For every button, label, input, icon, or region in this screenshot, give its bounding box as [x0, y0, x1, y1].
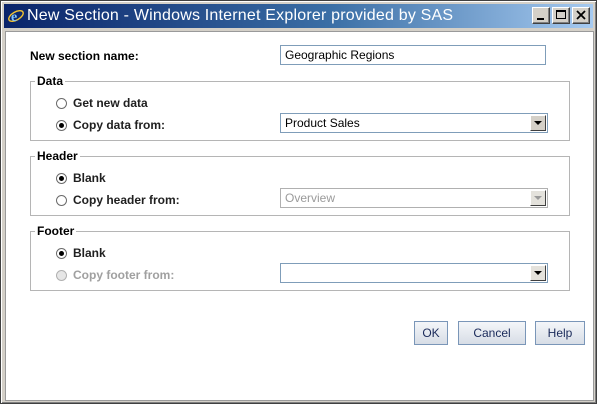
copy-data-select-value: Product Sales	[285, 116, 360, 130]
copy-footer-label: Copy footer from:	[73, 268, 175, 282]
footer-group-legend: Footer	[37, 224, 75, 238]
title-bar[interactable]: e New Section - Windows Internet Explore…	[4, 4, 593, 28]
chevron-down-icon[interactable]	[530, 190, 546, 206]
header-blank-option[interactable]: Blank	[56, 171, 106, 185]
footer-blank-radio[interactable]	[56, 247, 67, 259]
help-button[interactable]: Help	[535, 321, 585, 345]
copy-data-select[interactable]: Product Sales	[280, 113, 548, 133]
ok-button[interactable]: OK	[414, 321, 448, 345]
footer-blank-option[interactable]: Blank	[56, 246, 106, 260]
chevron-down-icon[interactable]	[530, 265, 546, 281]
copy-header-select-value: Overview	[285, 191, 336, 205]
internet-explorer-icon: e	[7, 7, 25, 25]
get-new-data-radio[interactable]	[56, 97, 67, 109]
minimize-button[interactable]	[532, 7, 550, 24]
section-name-input[interactable]: Geographic Regions	[280, 45, 546, 65]
copy-header-select[interactable]: Overview	[280, 188, 548, 208]
copy-header-label: Copy header from:	[73, 193, 180, 207]
dialog-window: e New Section - Windows Internet Explore…	[0, 0, 597, 404]
window-title: New Section - Windows Internet Explorer …	[27, 7, 454, 24]
cancel-button[interactable]: Cancel	[458, 321, 526, 345]
header-blank-label: Blank	[73, 171, 106, 185]
get-new-data-label: Get new data	[73, 96, 148, 110]
get-new-data-option[interactable]: Get new data	[56, 96, 148, 110]
maximize-button[interactable]	[552, 7, 570, 24]
copy-data-radio[interactable]	[56, 119, 67, 131]
copy-footer-radio	[56, 269, 67, 281]
copy-data-option[interactable]: Copy data from:	[56, 118, 165, 132]
copy-header-option[interactable]: Copy header from:	[56, 193, 180, 207]
footer-blank-label: Blank	[73, 246, 106, 260]
copy-footer-option: Copy footer from:	[56, 268, 174, 282]
section-name-label: New section name:	[30, 49, 139, 63]
chevron-down-icon[interactable]	[530, 115, 546, 131]
window-controls	[532, 7, 590, 24]
copy-data-label: Copy data from:	[73, 118, 166, 132]
data-group-legend: Data	[37, 74, 64, 88]
close-button[interactable]	[572, 7, 590, 24]
svg-text:e: e	[11, 10, 17, 25]
copy-footer-select[interactable]	[280, 263, 548, 283]
dialog-content: New section name: Geographic Regions Dat…	[5, 31, 594, 401]
copy-header-radio[interactable]	[56, 194, 67, 206]
header-blank-radio[interactable]	[56, 172, 67, 184]
header-group-legend: Header	[37, 149, 78, 163]
